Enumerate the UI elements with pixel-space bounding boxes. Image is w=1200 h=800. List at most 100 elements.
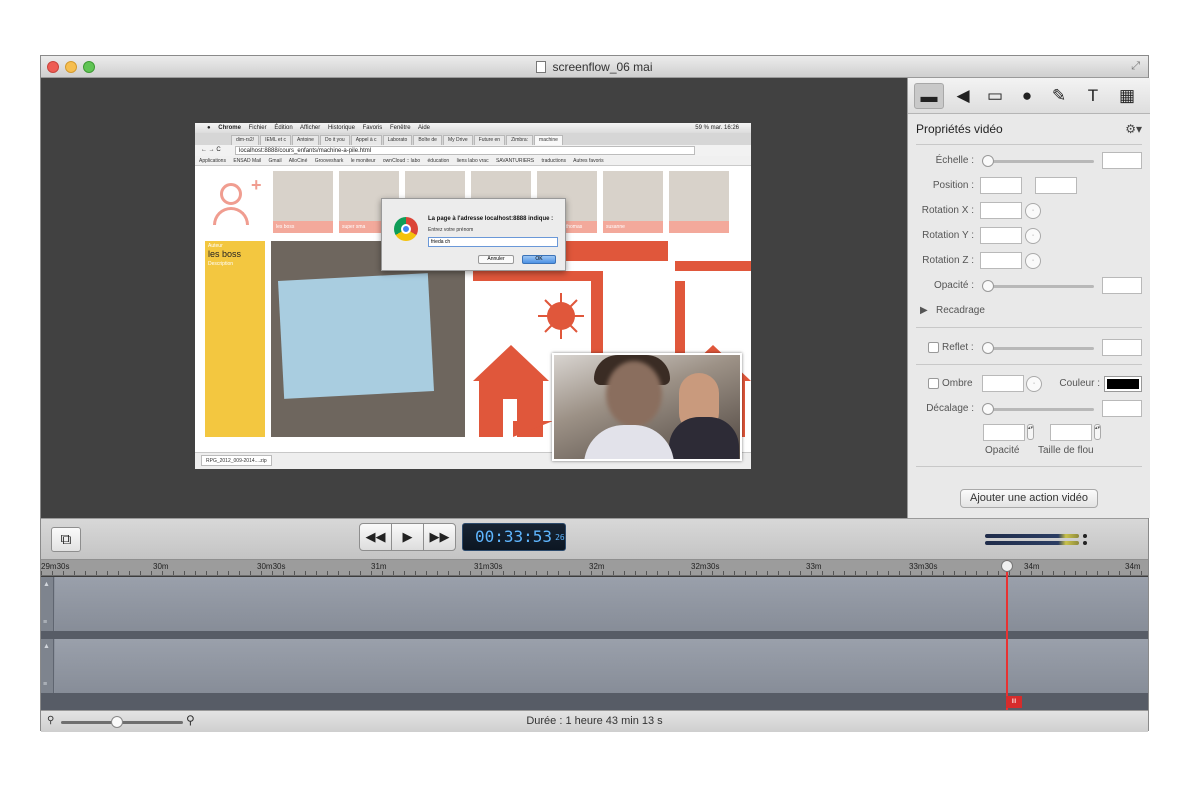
shadow-opacity-field[interactable] (983, 424, 1025, 441)
crop-row[interactable]: ▶ Recadrage (908, 300, 1150, 322)
dialog-title: La page à l'adresse localhost:8888 indiq… (428, 216, 554, 222)
author-label: Auteur (208, 243, 223, 249)
shadow-color-well[interactable] (1104, 376, 1142, 392)
shadow-angle-field[interactable] (982, 375, 1024, 392)
reflection-checkbox[interactable] (928, 342, 939, 353)
description-label: Description (208, 261, 234, 267)
speaker-icon[interactable]: ◀ (948, 83, 978, 109)
playhead-handle[interactable] (1001, 560, 1013, 572)
annotation-icon[interactable]: ✎ (1044, 83, 1074, 109)
blur-size-stepper[interactable]: ▴▾ (1094, 424, 1101, 440)
track-divider (41, 631, 1148, 639)
slider-knob[interactable] (982, 342, 994, 354)
recorded-screen: ● Chrome Fichier Édition Afficher Histor… (195, 123, 751, 469)
offset-field[interactable] (1102, 400, 1142, 417)
reflection-slider[interactable] (982, 342, 1094, 354)
playhead-marker[interactable]: III (1006, 696, 1022, 708)
dialog-input: frieda ch (428, 237, 558, 247)
ruler-label: 32m (589, 562, 605, 571)
track-menu-icon[interactable]: ≡ (43, 619, 47, 626)
slider-knob[interactable] (982, 403, 994, 415)
dialog-ok-button: OK (522, 255, 556, 264)
thumbnail: susanne (603, 171, 663, 233)
menubar-clock: 59 % mar. 16:26 (695, 125, 739, 131)
crop-tool-button[interactable]: ⧉ (51, 527, 81, 552)
rotation-z-dial[interactable]: · (1025, 253, 1041, 269)
media-icon[interactable]: ▦ (1112, 83, 1142, 109)
window-title-text: screenflow_06 mai (552, 60, 653, 74)
slider-knob[interactable] (982, 280, 994, 292)
scale-field[interactable] (1102, 152, 1142, 169)
ruler-label: 31m30s (474, 562, 503, 571)
offset-slider[interactable] (982, 403, 1094, 415)
opacity-slider[interactable] (982, 280, 1094, 292)
bookmark: SAVANTURIERS (495, 158, 535, 164)
bookmark: ownCloud :: labo (382, 158, 421, 164)
webcam-overlay[interactable] (552, 353, 742, 461)
shadow-row: Ombre · Couleur : (908, 373, 1150, 395)
inspector-toolbar: ▬ ◀ ▭ ● ✎ T ▦ (908, 78, 1150, 114)
screenflow-window: screenflow_06 mai ⤢ ● Chrome Fichier Édi… (40, 55, 1150, 732)
fast-forward-button[interactable]: ▶▶ (423, 523, 456, 551)
timeline-ruler[interactable]: 29m30s 30m 30m30s 31m 31m30s 32m 32m30s … (41, 560, 1148, 576)
track-header[interactable]: ▲ ≡ (41, 639, 54, 693)
blur-size-field[interactable] (1050, 424, 1092, 441)
timecode-display: 00:33:53 26 (462, 523, 566, 551)
shadow-opacity-stepper[interactable]: ▴▾ (1027, 424, 1034, 440)
rotation-z-field[interactable] (980, 252, 1022, 269)
position-x-field[interactable] (980, 177, 1022, 194)
ruler-label: 33m30s (909, 562, 938, 571)
browser-tab: My Drive (442, 135, 473, 145)
inspector-panel: ▬ ◀ ▭ ● ✎ T ▦ Propriétés vidéo ⚙▾ Échell… (907, 78, 1150, 518)
slider-knob[interactable] (982, 155, 994, 167)
bookmark: ENSAD Mail (233, 158, 262, 164)
rotation-y-field[interactable] (980, 227, 1022, 244)
inspector-title: Propriétés vidéo (916, 122, 1003, 136)
video-camera-icon[interactable]: ▬ (914, 83, 944, 109)
thumbnail: les boss (273, 171, 333, 233)
reflection-field[interactable] (1102, 339, 1142, 356)
rotation-x-field[interactable] (980, 202, 1022, 219)
meter-dot (1083, 541, 1087, 545)
cursor-icon[interactable]: ● (1012, 83, 1042, 109)
rewind-button[interactable]: ◀◀ (359, 523, 392, 551)
separator (916, 144, 1142, 145)
track-clip-area[interactable] (55, 639, 1148, 693)
screen-icon[interactable]: ▭ (980, 83, 1010, 109)
track-clip-area[interactable] (55, 577, 1148, 631)
bookmark: AlloCiné (288, 158, 308, 164)
disclosure-triangle-icon[interactable]: ▶ (920, 305, 928, 316)
shadow-opacity-label: Opacité (985, 445, 1020, 456)
menu-item: Chrome (218, 125, 241, 131)
position-y-field[interactable] (1035, 177, 1077, 194)
gear-icon[interactable]: ⚙▾ (1125, 122, 1142, 136)
shadow-params-row: ▴▾ ▴▾ (908, 422, 1150, 444)
opacity-field[interactable] (1102, 277, 1142, 294)
rotation-x-dial[interactable]: · (1025, 203, 1041, 219)
text-icon[interactable]: T (1078, 83, 1108, 109)
track-lock-icon[interactable]: ▲ (43, 643, 50, 650)
menu-item: Édition (274, 125, 293, 131)
video-canvas[interactable]: ● Chrome Fichier Édition Afficher Histor… (41, 78, 907, 518)
rotation-y-dial[interactable]: · (1025, 228, 1041, 244)
shadow-checkbox[interactable] (928, 378, 939, 389)
browser-tab: Zimbra: (506, 135, 534, 145)
play-button[interactable]: ▶ (391, 523, 424, 551)
fullscreen-icon[interactable]: ⤢ (1131, 60, 1140, 73)
ruler-ticks (41, 571, 1148, 575)
shadow-angle-dial[interactable]: · (1026, 376, 1042, 392)
status-bar: ⚲ ⚲ Durée : 1 heure 43 min 13 s (41, 710, 1148, 732)
bookmark: traductions (541, 158, 566, 164)
crop-label[interactable]: Recadrage (936, 305, 985, 316)
timeline-track[interactable]: ▲ ≡ (41, 577, 1148, 631)
timeline-track[interactable]: ▲ ≡ (41, 639, 1148, 693)
track-menu-icon[interactable]: ≡ (43, 681, 47, 688)
track-lock-icon[interactable]: ▲ (43, 581, 50, 588)
scale-slider[interactable] (982, 155, 1094, 167)
chrome-icon (394, 217, 418, 241)
add-video-action-button[interactable]: Ajouter une action vidéo (960, 489, 1098, 508)
playhead[interactable] (1006, 560, 1008, 710)
browser-tab: Boîte de (413, 135, 442, 145)
track-header[interactable]: ▲ ≡ (41, 577, 54, 631)
separator (916, 466, 1142, 467)
